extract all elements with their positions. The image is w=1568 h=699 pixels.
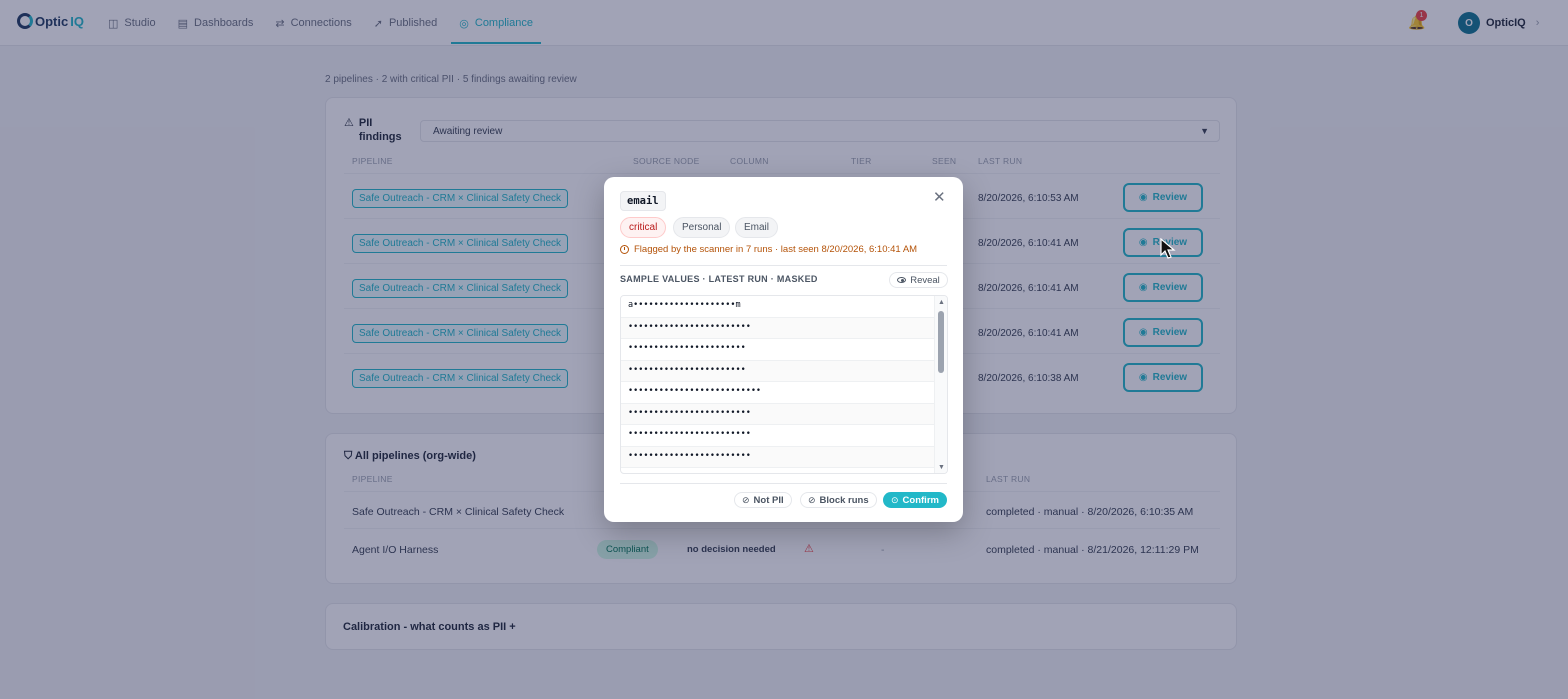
- reveal-button[interactable]: Reveal: [889, 272, 948, 288]
- eye-icon: [897, 277, 907, 283]
- scrollbar[interactable]: ▲ ▼: [934, 296, 947, 473]
- scrollbar-thumb[interactable]: [938, 311, 944, 373]
- sample-value: •••••••••••••••••••••••: [621, 360, 935, 382]
- flag-notice: Flagged by the scanner in 7 runs · last …: [620, 244, 917, 255]
- divider: [620, 265, 947, 266]
- scroll-up-icon[interactable]: ▲: [938, 299, 945, 306]
- block-runs-button[interactable]: ⊘ Block runs: [800, 492, 877, 508]
- tier-badge: critical: [620, 217, 667, 238]
- divider: [620, 483, 947, 484]
- sample-value: ••••••••••••••••••••••••: [621, 425, 935, 447]
- not-pii-button[interactable]: ⊘ Not PII: [734, 492, 792, 508]
- scroll-down-icon[interactable]: ▼: [938, 464, 945, 471]
- pii-finding-review-dialog: email ✕ critical Personal Email Flagged …: [604, 177, 963, 522]
- sample-value: •••••••••••••••••••••••: [621, 339, 935, 361]
- category-badge: Personal: [673, 217, 731, 238]
- sample-value: ••••••••••••••••••••••••: [621, 317, 935, 339]
- confirm-button[interactable]: ⊙ Confirm: [883, 492, 947, 508]
- check-circle-icon: ⊙: [891, 494, 899, 505]
- block-icon: ⊘: [808, 494, 816, 505]
- sample-value: ••••••••••••••••••••••••: [621, 446, 935, 468]
- sample-values-list[interactable]: a••••••••••••••••••••m •••••••••••••••••…: [620, 295, 948, 474]
- close-icon[interactable]: ✕: [933, 190, 946, 205]
- clock-alert-icon: [620, 245, 629, 254]
- sample-value: a••••••••••••••••••••m: [621, 296, 935, 318]
- sample-value: ••••••••••••••••••••••••••: [621, 382, 935, 404]
- mouse-cursor-icon: [1160, 238, 1176, 259]
- column-name-badge: email: [620, 191, 666, 211]
- sample-values-label: SAMPLE VALUES · LATEST RUN · MASKED: [620, 274, 818, 284]
- flag-text: Flagged by the scanner in 7 runs · last …: [634, 244, 918, 255]
- eye-off-icon: ⊘: [742, 494, 750, 505]
- type-badge: Email: [735, 217, 779, 238]
- sample-value: ••••••••••••••••••••••••: [621, 403, 935, 425]
